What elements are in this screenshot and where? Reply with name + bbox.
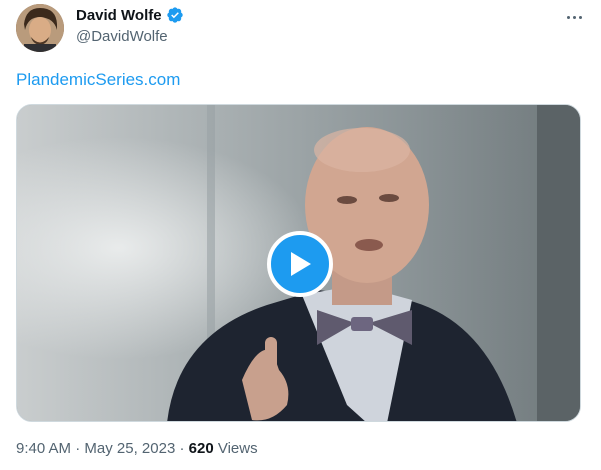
author-handle[interactable]: @DavidWolfe [76,28,168,45]
meta-separator: · [179,440,185,457]
video-player[interactable] [16,104,581,422]
verified-badge-icon [166,7,183,23]
author-avatar[interactable] [16,4,64,52]
tweet-link[interactable]: PlandemicSeries.com [16,70,180,90]
play-button[interactable] [267,231,333,297]
avatar-image [16,4,64,52]
play-icon [291,252,311,276]
views-label: Views [217,440,258,457]
tweet-date[interactable]: May 25, 2023 [84,440,175,457]
more-options-icon[interactable] [563,8,585,26]
tweet-metadata: 9:40 AM · May 25, 2023 · 620 Views [16,440,258,457]
views-count: 620 [188,440,214,457]
tweet-time[interactable]: 9:40 AM [16,440,71,457]
meta-separator: · [75,440,81,457]
author-name[interactable]: David Wolfe [76,7,162,24]
